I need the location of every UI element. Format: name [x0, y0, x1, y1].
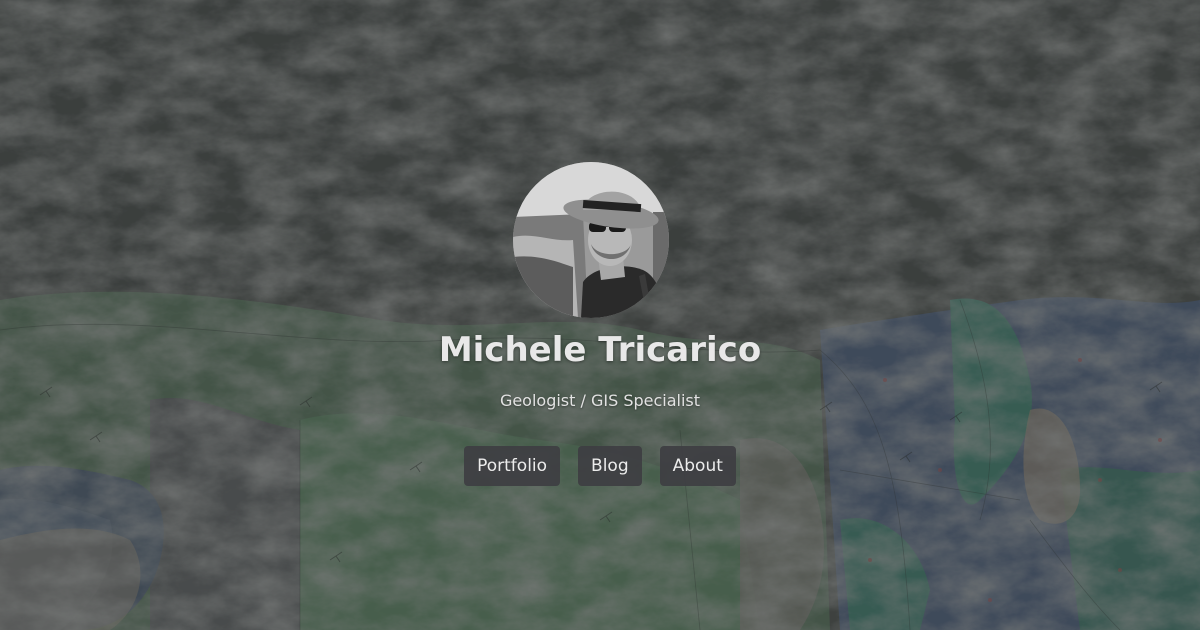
avatar-photo [513, 162, 669, 318]
profile-subtitle: Geologist / GIS Specialist [499, 391, 701, 410]
profile-name: Michele Tricarico [438, 330, 762, 370]
nav-portfolio-button[interactable]: Portfolio [464, 446, 561, 486]
profile-avatar [513, 162, 669, 318]
nav-blog-button[interactable]: Blog [578, 446, 642, 486]
nav-about-button[interactable]: About [659, 446, 736, 486]
hero-section: Michele Tricarico Geologist / GIS Specia… [0, 0, 1200, 630]
nav-buttons: Portfolio Blog About [0, 446, 1200, 486]
